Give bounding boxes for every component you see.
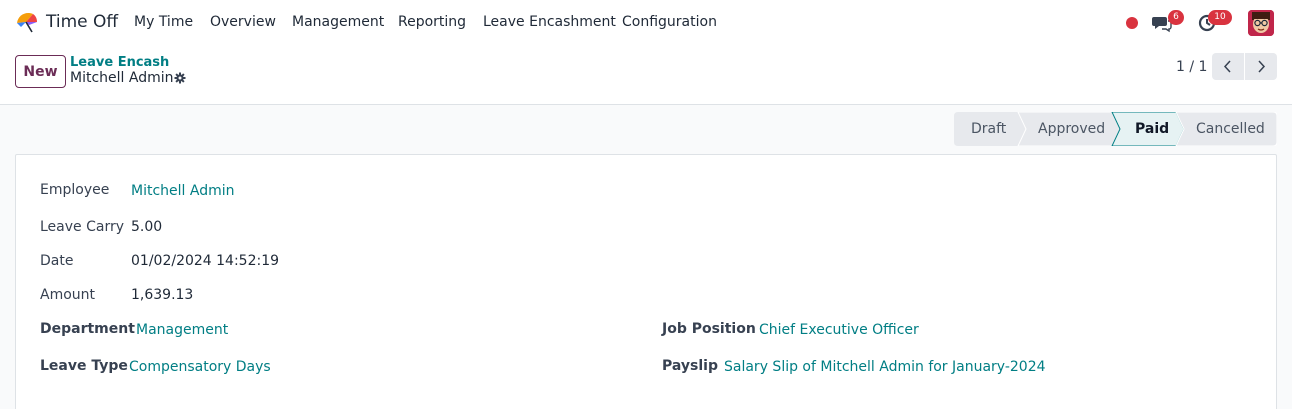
leave-type-field[interactable]: Compensatory Days	[129, 359, 271, 375]
status-bar: Draft Approved Paid Cancelled	[954, 112, 1277, 146]
employee-field[interactable]: Mitchell Admin	[131, 183, 235, 199]
chevron-left-icon	[1223, 60, 1231, 73]
gear-icon[interactable]	[174, 72, 186, 84]
leave-type-label: Leave Type	[40, 358, 128, 374]
menu-leave-encashment[interactable]: Leave Encashment	[483, 14, 616, 30]
top-navbar: Time Off My Time Overview Management Rep…	[0, 0, 1292, 46]
status-stage-cancelled[interactable]: Cancelled	[1196, 121, 1265, 137]
app-name[interactable]: Time Off	[46, 12, 118, 32]
department-field[interactable]: Management	[136, 322, 228, 338]
time-off-umbrella-logo-icon[interactable]	[15, 10, 39, 34]
activities-count-badge: 10	[1208, 10, 1232, 25]
breadcrumb-current: Mitchell Admin	[70, 70, 174, 86]
breadcrumb-parent-link[interactable]: Leave Encash	[70, 55, 169, 70]
menu-my-time[interactable]: My Time	[134, 14, 193, 30]
date-field[interactable]: 01/02/2024 14:52:19	[131, 253, 279, 269]
status-stage-paid[interactable]: Paid	[1135, 121, 1169, 137]
department-label: Department	[40, 321, 135, 337]
payslip-field[interactable]: Salary Slip of Mitchell Admin for Januar…	[724, 359, 1046, 375]
menu-management[interactable]: Management	[292, 14, 384, 30]
pager-previous-button[interactable]	[1212, 53, 1244, 80]
user-avatar[interactable]	[1248, 10, 1274, 36]
status-stage-approved[interactable]: Approved	[1038, 121, 1105, 137]
payslip-label: Payslip	[662, 358, 718, 374]
menu-configuration[interactable]: Configuration	[622, 14, 717, 30]
pager-value[interactable]: 1 / 1	[1176, 59, 1207, 75]
job-position-label: Job Position	[662, 321, 756, 337]
messages-count-badge: 6	[1168, 10, 1184, 25]
chevron-right-icon	[1258, 60, 1266, 73]
avatar-face-icon	[1248, 10, 1274, 36]
leave-carry-field[interactable]: 5.00	[131, 219, 162, 235]
job-position-field[interactable]: Chief Executive Officer	[759, 322, 919, 338]
control-panel: New Leave Encash Mitchell Admin 1 / 1	[0, 46, 1292, 105]
pager-next-button[interactable]	[1245, 53, 1277, 80]
menu-overview[interactable]: Overview	[210, 14, 276, 30]
amount-field[interactable]: 1,639.13	[131, 287, 193, 303]
recording-dot-icon[interactable]	[1126, 17, 1138, 29]
employee-label: Employee	[40, 182, 110, 198]
form-sheet: Employee Mitchell Admin Leave Carry 5.00…	[15, 154, 1277, 409]
menu-reporting[interactable]: Reporting	[398, 14, 466, 30]
new-button[interactable]: New	[15, 55, 66, 88]
status-stage-draft[interactable]: Draft	[971, 121, 1006, 137]
leave-carry-label: Leave Carry	[40, 219, 124, 235]
amount-label: Amount	[40, 287, 96, 303]
date-label: Date	[40, 253, 74, 269]
